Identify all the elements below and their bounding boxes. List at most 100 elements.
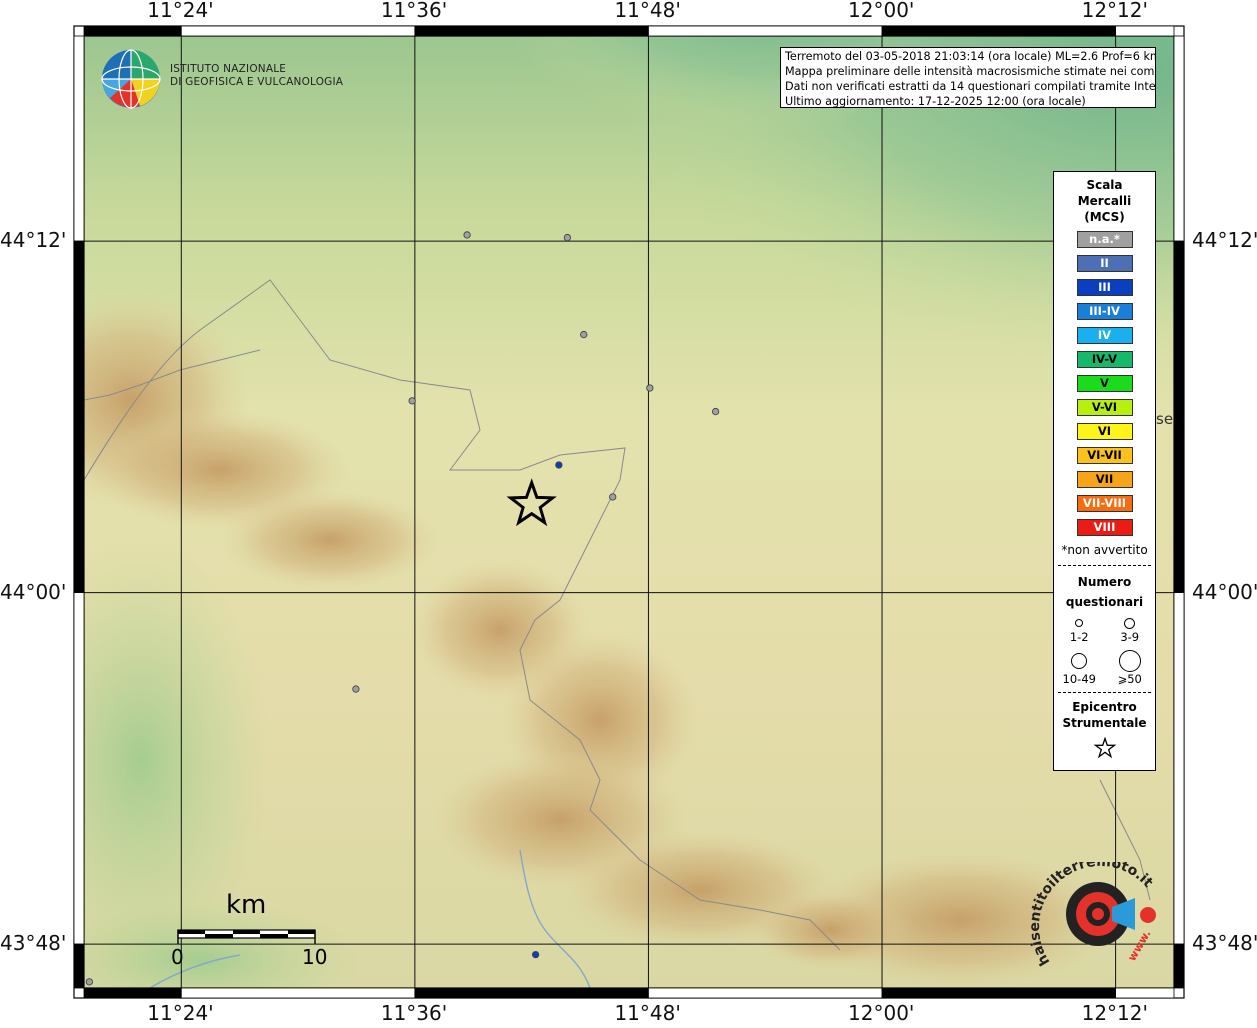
intensity-class-swatch: VI (1076, 423, 1133, 440)
lon-tick-label-top: 11°36' (380, 0, 448, 22)
frame-segment-bottom (414, 987, 649, 999)
ingv-logo-line1: ISTITUTO NAZIONALE (170, 63, 287, 75)
questionnaires-title-line: questionari (1065, 595, 1144, 609)
legend-title-line: (MCS) (1084, 210, 1125, 224)
frame-segment-right (1173, 35, 1185, 242)
globe-icon (101, 49, 161, 109)
intensity-class-swatch: II (1076, 255, 1133, 272)
info-line-map-description: Mappa preliminare delle intensità macros… (785, 65, 1156, 78)
lon-tick-label-top: 12°12' (1081, 0, 1148, 22)
legend-swatches: n.a.* II III III-IV IV IV-V V V-VI VI VI-VII VII VI… (1054, 231, 1155, 536)
lon-tick-label-top: 11°48' (614, 0, 681, 22)
observation-point[interactable] (580, 330, 588, 339)
lon-tick-label-bottom: 11°48' (614, 1001, 681, 1025)
legend-separator (1058, 692, 1151, 693)
earthquake-info-box: Terremoto del 03-05-2018 21:03:14 (ora l… (780, 47, 1156, 108)
lat-tick-label-left: 44°12' (0, 228, 67, 253)
haisentito-logo-graphic: haisentitoilterremoto.it www. (1027, 854, 1156, 969)
scale-bar-start: 0 (171, 945, 184, 969)
lat-tick-label-right: 44°12' (1192, 228, 1257, 253)
frame-segment-right (1173, 240, 1185, 593)
size-circle-icon (1124, 617, 1136, 629)
lon-tick-label-bottom: 12°00' (848, 1001, 915, 1025)
scale-bar-end: 10 (302, 945, 328, 969)
intensity-class-swatch: III-IV (1076, 303, 1133, 320)
frame-segment-bottom (648, 987, 883, 999)
frame-segment-top (83, 25, 182, 37)
frame-segment-left (73, 240, 85, 593)
frame-segment-left (73, 35, 85, 242)
intensity-class-swatch: V (1076, 375, 1133, 392)
observation-point[interactable] (646, 384, 654, 392)
frame-segment-bottom (180, 987, 416, 999)
intensity-class-swatch: VII-VIII (1076, 495, 1133, 512)
intensity-class-swatch: n.a.* (1076, 231, 1133, 248)
frame-segment-right (1173, 943, 1185, 989)
questionnaires-title: Numero questionari (1054, 572, 1155, 612)
frame-segment-bottom (1115, 987, 1175, 999)
lat-tick-label-right: 43°48' (1192, 931, 1257, 956)
lat-tick-label-left: 44°00' (0, 579, 67, 604)
frame-segment-top (180, 25, 416, 37)
intensity-class-swatch: VI-VII (1076, 447, 1133, 464)
frame-segment-bottom (83, 987, 182, 999)
intensity-class-swatch: III (1076, 279, 1133, 296)
questionnaire-size-label: 1-2 (1069, 630, 1089, 644)
lon-tick-label-bottom: 11°24' (147, 1001, 214, 1025)
questionnaire-size-item: 10-49 (1054, 650, 1105, 686)
observation-point[interactable] (711, 407, 720, 416)
questionnaire-size-grid: 1-2 3-9 10-49 ⩾50 (1054, 616, 1155, 686)
partial-place-label: se (1156, 410, 1174, 428)
epicenter-title-line: Epicentro (1072, 700, 1137, 714)
ingv-logo-text: ISTITUTO NAZIONALE DI GEOFISICA E VULCAN… (170, 63, 343, 89)
legend-title-line: Scala (1086, 178, 1123, 192)
questionnaires-title-line: Numero (1077, 575, 1132, 589)
questionnaire-size-item: ⩾50 (1105, 650, 1156, 686)
observation-point[interactable] (352, 685, 360, 693)
lon-tick-label-top: 11°24' (147, 0, 214, 22)
size-circle-icon (1071, 653, 1088, 669)
haisentito-logo: haisentitoilterremoto.it www. (1027, 854, 1170, 974)
haisentito-www-text: www. (1125, 928, 1153, 964)
size-circle-icon (1118, 650, 1141, 672)
legend-title-line: Mercalli (1077, 194, 1132, 208)
intensity-class-swatch: VII (1076, 471, 1133, 488)
observation-point[interactable] (463, 231, 471, 239)
info-line-event: Terremoto del 03-05-2018 21:03:14 (ora l… (785, 50, 1156, 63)
frame-segment-left (73, 592, 85, 945)
lat-tick-label-right: 44°00' (1192, 579, 1257, 604)
observation-point[interactable] (531, 950, 540, 959)
epicenter-title: Epicentro Strumentale (1054, 699, 1155, 731)
frame-segment-bottom (881, 987, 1117, 999)
macroseismic-map: 11°24' 11°24' 11°36' 11°36' 11°48' 11°48' 12°0… (0, 0, 1257, 1025)
questionnaire-size-item: 1-2 (1054, 616, 1105, 644)
size-circle-icon (1075, 619, 1084, 627)
questionnaire-size-label: 10-49 (1062, 672, 1096, 686)
observation-point[interactable] (609, 493, 617, 501)
lon-tick-label-bottom: 11°36' (380, 1001, 448, 1025)
legend-title: Scala Mercalli (MCS) (1054, 177, 1155, 225)
lat-tick-label-left: 43°48' (0, 931, 67, 956)
questionnaire-size-item: 3-9 (1105, 616, 1156, 644)
intensity-legend: Scala Mercalli (MCS) n.a.* II III III-IV IV I… (1053, 171, 1156, 771)
intensity-class-swatch: IV-V (1076, 351, 1133, 368)
observation-point[interactable] (563, 233, 572, 242)
epicenter-star-icon (1093, 736, 1116, 759)
ingv-logo-line2: DI GEOFISICA E VULCANOLOGIA (170, 76, 344, 88)
intensity-class-swatch: VIII (1076, 519, 1133, 536)
info-line-data-source: Dati non verificati estratti da 14 quest… (785, 80, 1156, 93)
observation-point[interactable] (555, 461, 563, 469)
observation-point[interactable] (85, 978, 94, 986)
legend-note: *non avvertito (1061, 543, 1148, 557)
intensity-class-swatch: IV (1076, 327, 1133, 344)
questionnaire-size-label: 3-9 (1120, 630, 1140, 644)
epicenter-title-line: Strumentale (1062, 716, 1147, 730)
frame-segment-top (881, 25, 1117, 37)
intensity-class-swatch: V-VI (1076, 399, 1133, 416)
info-line-last-update: Ultimo aggiornamento: 17-12-2025 12:00 (… (785, 95, 1086, 108)
observation-point[interactable] (408, 397, 416, 405)
frame-segment-top (414, 25, 649, 37)
frame-segment-top (1115, 25, 1175, 37)
questionnaire-size-label: ⩾50 (1117, 672, 1142, 686)
legend-separator (1058, 565, 1151, 566)
